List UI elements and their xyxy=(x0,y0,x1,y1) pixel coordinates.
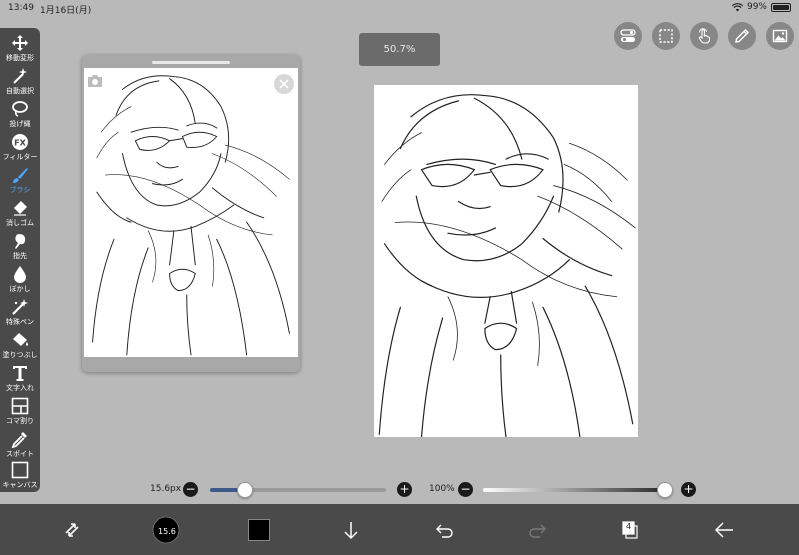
text-icon xyxy=(13,366,27,381)
tool-filter[interactable]: FX フィルター xyxy=(0,131,40,163)
brush-size-badge: 15.6 xyxy=(158,527,176,536)
brush-size-thumb[interactable] xyxy=(237,482,254,498)
redo-icon xyxy=(529,524,546,538)
image-icon xyxy=(772,29,788,43)
tool-auto-select[interactable]: 自動選択 xyxy=(0,65,40,97)
magic-wand-icon xyxy=(13,68,27,84)
reference-window[interactable] xyxy=(82,55,300,372)
special-pen-icon xyxy=(12,299,28,315)
tool-label: スポイト xyxy=(6,450,34,458)
battery-percent: 99% xyxy=(746,2,767,12)
opacity-minus[interactable]: − xyxy=(458,482,473,497)
opacity-plus[interactable]: + xyxy=(681,482,696,497)
tool-label: ブラシ xyxy=(9,186,31,194)
move-icon xyxy=(12,35,28,51)
tool-label: 移動変形 xyxy=(6,54,34,62)
opacity-value: 100% xyxy=(429,484,455,494)
tool-label: コマ割り xyxy=(6,417,34,425)
svg-text:FX: FX xyxy=(14,139,26,148)
transform-button[interactable] xyxy=(54,512,90,548)
color-button[interactable] xyxy=(241,512,277,548)
reference-close-button[interactable] xyxy=(274,74,294,94)
tool-canvas[interactable]: キャンバス xyxy=(0,459,40,491)
tool-text[interactable]: 文字入れ xyxy=(0,362,40,394)
undo-button[interactable] xyxy=(427,512,463,548)
blur-drop-icon xyxy=(14,266,26,283)
tool-move[interactable]: 移動変形 xyxy=(0,32,40,64)
tool-label: 投げ縄 xyxy=(9,120,31,128)
drawing-canvas[interactable] xyxy=(374,85,638,437)
layer-count: 4 xyxy=(626,522,632,531)
touch-gesture-button[interactable] xyxy=(690,22,718,50)
toggle-icon xyxy=(620,29,636,42)
tool-frame[interactable]: コマ割り xyxy=(0,395,40,427)
brush-size-button[interactable]: 15.6 xyxy=(148,512,184,548)
tool-label: 特殊ペン xyxy=(6,318,34,326)
frame-divide-icon xyxy=(11,397,29,415)
brush-icon xyxy=(13,168,28,183)
arrow-down-icon xyxy=(344,522,358,540)
wifi-icon xyxy=(731,2,743,11)
tool-label: ぼかし xyxy=(9,285,31,293)
redo-button[interactable] xyxy=(519,512,555,548)
color-swatch xyxy=(248,519,270,541)
status-right: 99% xyxy=(731,2,791,12)
battery-icon xyxy=(771,2,791,12)
tool-label: 消しゴム xyxy=(6,219,34,227)
tool-blur[interactable]: ぼかし xyxy=(0,263,40,295)
bottom-toolbar: 15.6 4 xyxy=(0,504,799,555)
canvas-icon xyxy=(11,461,29,479)
tool-label: 指先 xyxy=(13,252,27,260)
opacity-slider[interactable] xyxy=(483,488,671,492)
tool-lasso[interactable]: 投げ縄 xyxy=(0,98,40,130)
fx-icon: FX xyxy=(12,134,28,150)
tool-palette: 移動変形 自動選択 投げ縄 FX フィルター ブラシ 消しゴム 指先 ぼかし 特… xyxy=(0,28,40,492)
brush-size-value: 15.6px xyxy=(150,484,182,494)
lasso-icon xyxy=(12,101,28,117)
back-button[interactable] xyxy=(706,512,742,548)
toggle-button[interactable] xyxy=(614,22,642,50)
selection-button[interactable] xyxy=(652,22,680,50)
selection-icon xyxy=(659,29,673,43)
bucket-icon xyxy=(13,333,28,346)
eraser-icon xyxy=(14,201,27,216)
reference-drag-handle[interactable] xyxy=(152,61,230,64)
eyedropper-icon xyxy=(11,432,27,448)
brush-size-minus[interactable]: − xyxy=(183,482,198,497)
reference-camera-button[interactable] xyxy=(86,73,104,93)
tool-label: 文字入れ xyxy=(6,384,34,392)
status-date: 1月16日(月) xyxy=(40,6,92,16)
tool-label: 塗りつぶし xyxy=(2,351,38,359)
transform-arrows-icon xyxy=(65,523,79,537)
zoom-indicator: 50.7% xyxy=(359,33,440,66)
status-bar: 13:49 1月16日(月) 99% xyxy=(0,0,799,16)
tool-special-pen[interactable]: 特殊ペン xyxy=(0,296,40,328)
save-down-button[interactable] xyxy=(333,512,369,548)
camera-icon xyxy=(88,75,102,87)
tool-eyedropper[interactable]: スポイト xyxy=(0,428,40,460)
pen-button[interactable] xyxy=(728,22,756,50)
arrow-left-icon xyxy=(714,522,733,538)
smudge-icon xyxy=(15,234,26,249)
undo-icon xyxy=(436,524,453,538)
tool-eraser[interactable]: 消しゴム xyxy=(0,197,40,229)
brush-size-plus[interactable]: + xyxy=(397,482,412,497)
tool-brush[interactable]: ブラシ xyxy=(0,164,40,196)
gallery-button[interactable] xyxy=(766,22,794,50)
tool-smudge[interactable]: 指先 xyxy=(0,230,40,262)
status-time: 13:49 xyxy=(8,3,34,13)
layers-button[interactable]: 4 xyxy=(612,512,648,548)
canvas-sketch xyxy=(378,94,636,437)
reference-image xyxy=(84,68,298,357)
tool-label: フィルター xyxy=(2,153,38,161)
finger-tap-icon xyxy=(698,28,711,44)
pencil-icon xyxy=(735,29,749,43)
reference-sketch xyxy=(92,75,290,356)
tool-label: キャンバス xyxy=(2,481,38,489)
opacity-thumb[interactable] xyxy=(657,482,673,498)
tool-fill[interactable]: 塗りつぶし xyxy=(0,329,40,361)
close-icon xyxy=(279,79,289,89)
tool-label: 自動選択 xyxy=(6,87,34,95)
